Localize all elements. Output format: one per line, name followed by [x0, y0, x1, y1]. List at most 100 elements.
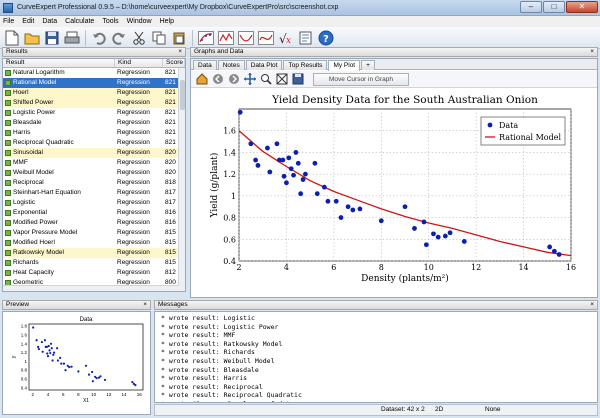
menu-tools[interactable]: Tools: [102, 18, 118, 25]
plot-area: [28, 323, 144, 391]
interpolate-icon[interactable]: [217, 29, 235, 47]
notes-icon[interactable]: [297, 29, 315, 47]
table-row[interactable]: Exponential Regression 816: [3, 208, 185, 218]
result-icon: [5, 90, 11, 96]
scroll-thumb[interactable]: [180, 80, 185, 110]
x-axis-label: X1: [83, 398, 89, 404]
results-vertical-scrollbar[interactable]: [178, 68, 185, 291]
result-name-cell: Bleasdale: [3, 118, 115, 128]
table-row[interactable]: Hoerl Regression 821: [3, 88, 185, 98]
table-row[interactable]: MMF Regression 820: [3, 158, 185, 168]
result-icon: [5, 80, 11, 86]
data-point: [442, 233, 448, 239]
result-icon: [5, 110, 11, 116]
table-row[interactable]: Reciprocal Regression 818: [3, 178, 185, 188]
table-row[interactable]: Reciprocal Quadratic Regression 821: [3, 138, 185, 148]
move-cursor-button[interactable]: Move Cursor in Graph: [313, 72, 409, 86]
menu-file[interactable]: File: [3, 18, 14, 25]
table-row[interactable]: Modified Hoerl Regression 815: [3, 238, 185, 248]
table-row[interactable]: Ratkowsky Model Regression 815: [3, 248, 185, 258]
table-row[interactable]: Vapor Pressure Model Regression 815: [3, 228, 185, 238]
column-header-result[interactable]: Result: [3, 59, 115, 67]
minimize-button[interactable]: –: [520, 1, 542, 13]
result-name: Heat Capacity: [13, 269, 54, 276]
data-point: [325, 198, 331, 204]
data-point: [64, 369, 67, 372]
cut-icon[interactable]: [130, 29, 148, 47]
table-row[interactable]: Heat Capacity Regression 812: [3, 268, 185, 278]
sqrt-function-icon[interactable]: √ x: [277, 29, 295, 47]
fit-curve-icon[interactable]: [197, 29, 215, 47]
table-row[interactable]: Logistic Regression 817: [3, 198, 185, 208]
zoom-icon[interactable]: [259, 72, 273, 86]
result-kind: Regression: [117, 209, 150, 216]
table-row[interactable]: Modified Power Regression 816: [3, 218, 185, 228]
table-row[interactable]: Sinusoidal Regression 820: [3, 148, 185, 158]
pan-icon[interactable]: [243, 72, 257, 86]
tab-my-plot[interactable]: My Plot: [328, 60, 361, 71]
column-header-score[interactable]: Score: [163, 59, 185, 67]
spline-icon[interactable]: [257, 29, 275, 47]
tab-notes[interactable]: Notes: [217, 60, 245, 70]
table-row[interactable]: Natural Logarithm Regression 821: [3, 68, 185, 78]
data-point: [267, 169, 273, 175]
result-name-cell: Modified Hoerl: [3, 238, 115, 248]
data-point: [70, 365, 73, 368]
tab-top-results[interactable]: Top Results: [283, 60, 328, 70]
table-row[interactable]: Richards Regression 815: [3, 258, 185, 268]
data-point: [284, 180, 289, 186]
close-button[interactable]: ✕: [566, 1, 598, 13]
messages-close-icon[interactable]: ×: [590, 301, 594, 309]
menu-help[interactable]: Help: [160, 18, 174, 25]
forward-arrow-icon[interactable]: [227, 72, 241, 86]
menu-calculate[interactable]: Calculate: [65, 18, 94, 25]
table-row[interactable]: Rational Model Regression 821: [3, 78, 185, 88]
table-row[interactable]: Shifted Power Regression 821: [3, 98, 185, 108]
result-name: MMF: [13, 159, 28, 166]
home-icon[interactable]: [195, 72, 209, 86]
message-line: * wrote 42 rows, 2 columns of data.: [161, 400, 591, 402]
data-point: [274, 141, 280, 147]
result-score: 821: [165, 69, 176, 76]
table-row[interactable]: Logistic Power Regression 821: [3, 108, 185, 118]
results-horizontal-scrollbar[interactable]: [3, 285, 179, 291]
tab-data[interactable]: Data: [193, 60, 217, 70]
data-point: [423, 242, 429, 248]
menu-window[interactable]: Window: [127, 18, 152, 25]
add-tab-button[interactable]: +: [361, 60, 375, 70]
results-close-icon[interactable]: ×: [178, 48, 182, 56]
back-arrow-icon[interactable]: [211, 72, 225, 86]
menu-data[interactable]: Data: [42, 18, 57, 25]
column-header-kind[interactable]: Kind: [115, 59, 163, 67]
new-file-icon[interactable]: [3, 29, 21, 47]
configure-icon[interactable]: [275, 72, 289, 86]
graphs-close-icon[interactable]: ×: [590, 48, 594, 56]
result-kind: Regression: [117, 199, 150, 206]
data-point: [49, 351, 52, 355]
y-tick-label: 0.4: [21, 385, 28, 390]
open-folder-icon[interactable]: [23, 29, 41, 47]
undo-icon[interactable]: [90, 29, 108, 47]
y-tick-label: 1.6: [223, 127, 236, 136]
table-row[interactable]: Weibull Model Regression 820: [3, 168, 185, 178]
preview-close-icon[interactable]: ×: [143, 301, 147, 309]
table-row[interactable]: Bleasdale Regression 821: [3, 118, 185, 128]
result-kind: Regression: [117, 169, 150, 176]
paste-icon[interactable]: [170, 29, 188, 47]
tab-data-plot[interactable]: Data Plot: [245, 60, 283, 70]
save-figure-icon[interactable]: [291, 72, 305, 86]
polynomial-icon[interactable]: [237, 29, 255, 47]
copy-icon[interactable]: [150, 29, 168, 47]
help-icon[interactable]: ?: [317, 29, 335, 47]
table-row[interactable]: Harris Regression 821: [3, 128, 185, 138]
menu-edit[interactable]: Edit: [22, 18, 34, 25]
redo-icon[interactable]: [110, 29, 128, 47]
maximize-button[interactable]: □: [543, 1, 565, 13]
result-name: Weibull Model: [13, 169, 54, 176]
table-row[interactable]: Steinhart-Hart Equation Regression 817: [3, 188, 185, 198]
save-icon[interactable]: [43, 29, 61, 47]
print-icon[interactable]: [63, 29, 81, 47]
result-score: 812: [165, 269, 176, 276]
y-tick-label: 0.6: [223, 235, 236, 244]
x-tick-label: 4: [47, 392, 50, 397]
